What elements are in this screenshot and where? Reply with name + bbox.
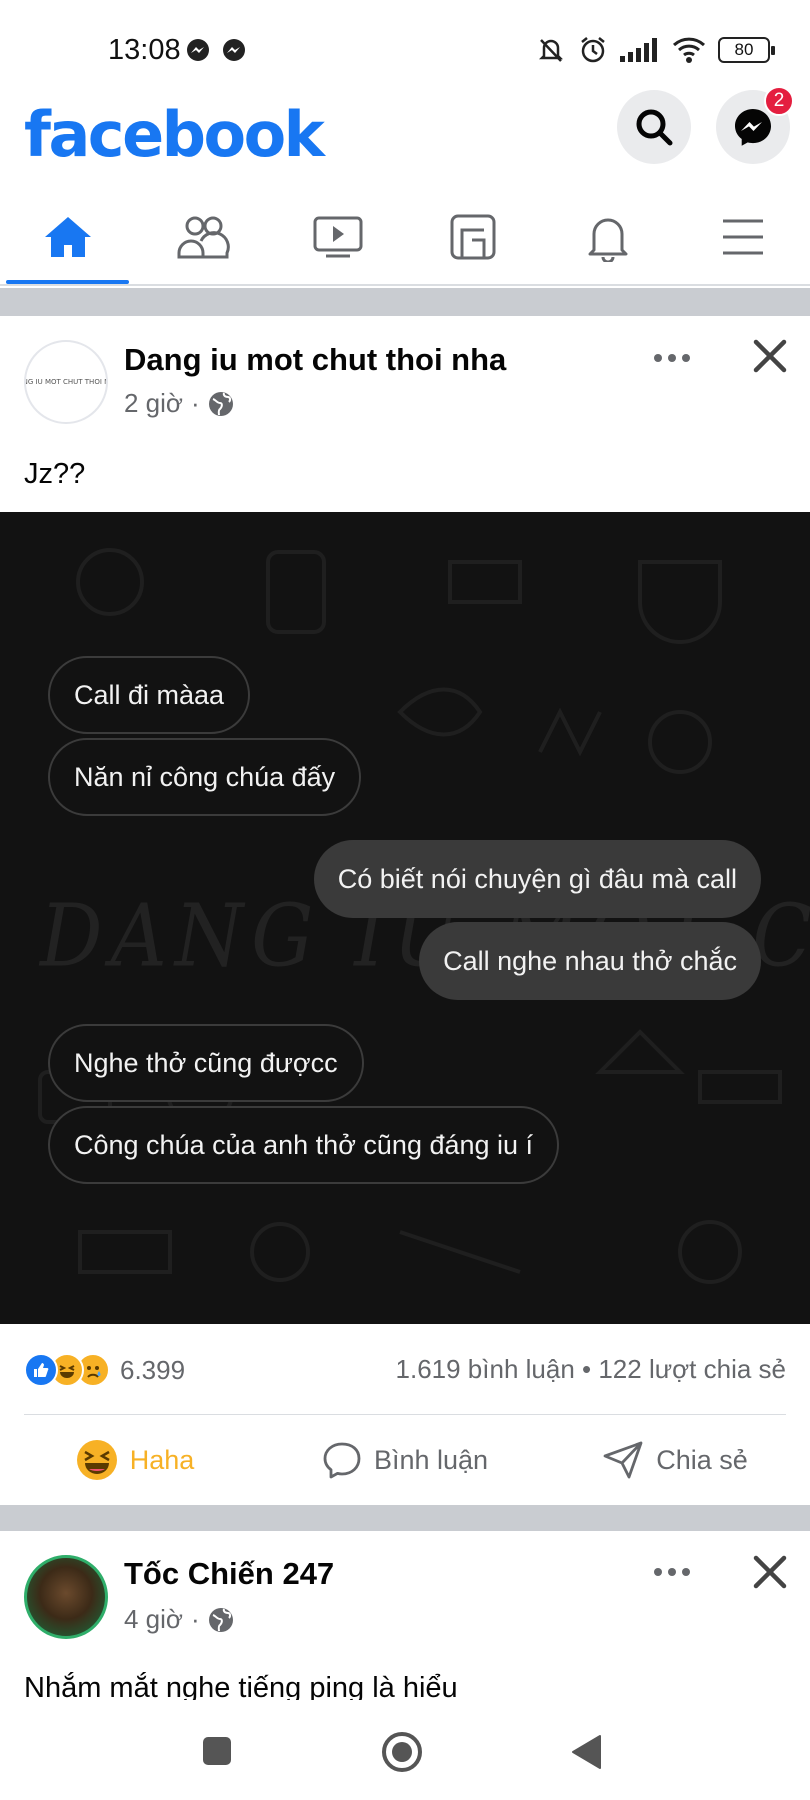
home-nav-icon[interactable]	[381, 1731, 423, 1773]
nav-divider	[0, 284, 810, 286]
tab-friends[interactable]	[135, 190, 270, 284]
comment-label: Bình luận	[373, 1444, 489, 1475]
comment-icon	[323, 1442, 361, 1479]
feed-separator	[0, 1505, 810, 1531]
tab-watch[interactable]	[270, 190, 405, 284]
status-time: 13:08	[108, 34, 181, 66]
meta-separator: ·	[190, 388, 200, 418]
tab-marketplace[interactable]	[405, 190, 540, 284]
wifi-icon	[672, 37, 706, 63]
post-stats[interactable]: 1.619 bình luận • 122 lượt chia sẻ	[396, 1354, 786, 1385]
globe-icon	[208, 1607, 233, 1632]
status-icons: 80	[536, 32, 775, 68]
signal-icon	[620, 38, 657, 62]
battery-indicator: 80	[718, 37, 775, 63]
menu-icon	[722, 219, 763, 255]
bell-icon	[588, 218, 627, 262]
friends-icon	[177, 216, 230, 259]
share-icon	[603, 1441, 643, 1479]
recents-icon[interactable]	[202, 1736, 232, 1766]
reactions-summary[interactable]: 6.399	[24, 1350, 185, 1390]
post-meta: 2 giờ ·	[124, 388, 234, 419]
share-button[interactable]: Chia sẻ	[540, 1418, 810, 1502]
chat-bubble-received: Năn nỉ công chúa đấy	[48, 738, 362, 816]
post-actions: Haha Bình luận Chia sẻ	[0, 1418, 810, 1502]
post-avatar[interactable]	[24, 1555, 108, 1639]
tab-menu[interactable]	[675, 190, 810, 284]
tab-notifications[interactable]	[540, 190, 675, 284]
chat-bubble-sent: Call nghe nhau thở chắc	[419, 922, 761, 1000]
post-time[interactable]: 4 giờ	[124, 1604, 183, 1635]
chat-bubble-received: Call đi màaa	[48, 656, 251, 734]
tab-home[interactable]	[0, 190, 135, 284]
post-avatar[interactable]: DANG IU MOT CHUT THOI NHA	[24, 340, 108, 424]
home-icon	[44, 217, 91, 257]
watch-icon	[313, 216, 362, 258]
chat-bubble-received: Công chúa của anh thở cũng đáng iu í	[48, 1106, 560, 1184]
like-reaction-icon	[24, 1353, 58, 1387]
meta-separator: ·	[190, 1604, 200, 1634]
post-author[interactable]: Dang iu mot chut thoi nha	[124, 342, 506, 378]
post-text: Jz??	[24, 458, 86, 490]
battery-level: 80	[734, 40, 754, 59]
post-author[interactable]: Tốc Chiến 247	[124, 1556, 334, 1592]
chat-bubble-received: Nghe thở cũng đượcc	[48, 1024, 364, 1102]
facebook-logo[interactable]: facebook	[24, 98, 325, 171]
globe-icon	[208, 391, 233, 416]
messenger-badge: 2	[764, 86, 794, 116]
post-more-button[interactable]	[644, 1554, 700, 1590]
haha-label: Haha	[129, 1444, 195, 1475]
haha-button[interactable]: Haha	[0, 1418, 270, 1502]
bell-muted-icon	[538, 39, 564, 62]
chat-bubble-sent: Có biết nói chuyện gì đâu mà call	[313, 840, 761, 918]
action-divider	[24, 1414, 786, 1415]
system-nav-bar	[0, 1700, 810, 1800]
feed-separator	[0, 288, 810, 316]
search-button[interactable]	[617, 90, 691, 164]
back-icon[interactable]	[570, 1734, 602, 1770]
messenger-notification-icon	[223, 39, 245, 61]
main-nav	[0, 190, 810, 284]
messenger-button[interactable]: 2	[716, 86, 794, 164]
messenger-notification-icon	[187, 39, 209, 61]
reaction-count: 6.399	[120, 1354, 186, 1385]
search-icon	[636, 109, 673, 146]
close-icon[interactable]	[748, 334, 792, 378]
post-image[interactable]: DANG IU MOT CHUT THOI NHA Call đi màaa N…	[0, 512, 810, 1324]
avatar-text: DANG IU MOT CHUT THOI NHA	[26, 378, 106, 386]
close-icon[interactable]	[748, 1550, 792, 1594]
marketplace-icon	[450, 214, 495, 260]
post-time[interactable]: 2 giờ	[124, 388, 183, 419]
haha-icon	[76, 1440, 117, 1480]
status-bar: 13:08 80	[0, 0, 810, 100]
post-more-button[interactable]	[644, 340, 700, 376]
post-meta: 4 giờ ·	[124, 1604, 234, 1635]
alarm-icon	[581, 37, 605, 63]
comment-button[interactable]: Bình luận	[270, 1418, 540, 1502]
share-label: Chia sẻ	[656, 1444, 748, 1475]
